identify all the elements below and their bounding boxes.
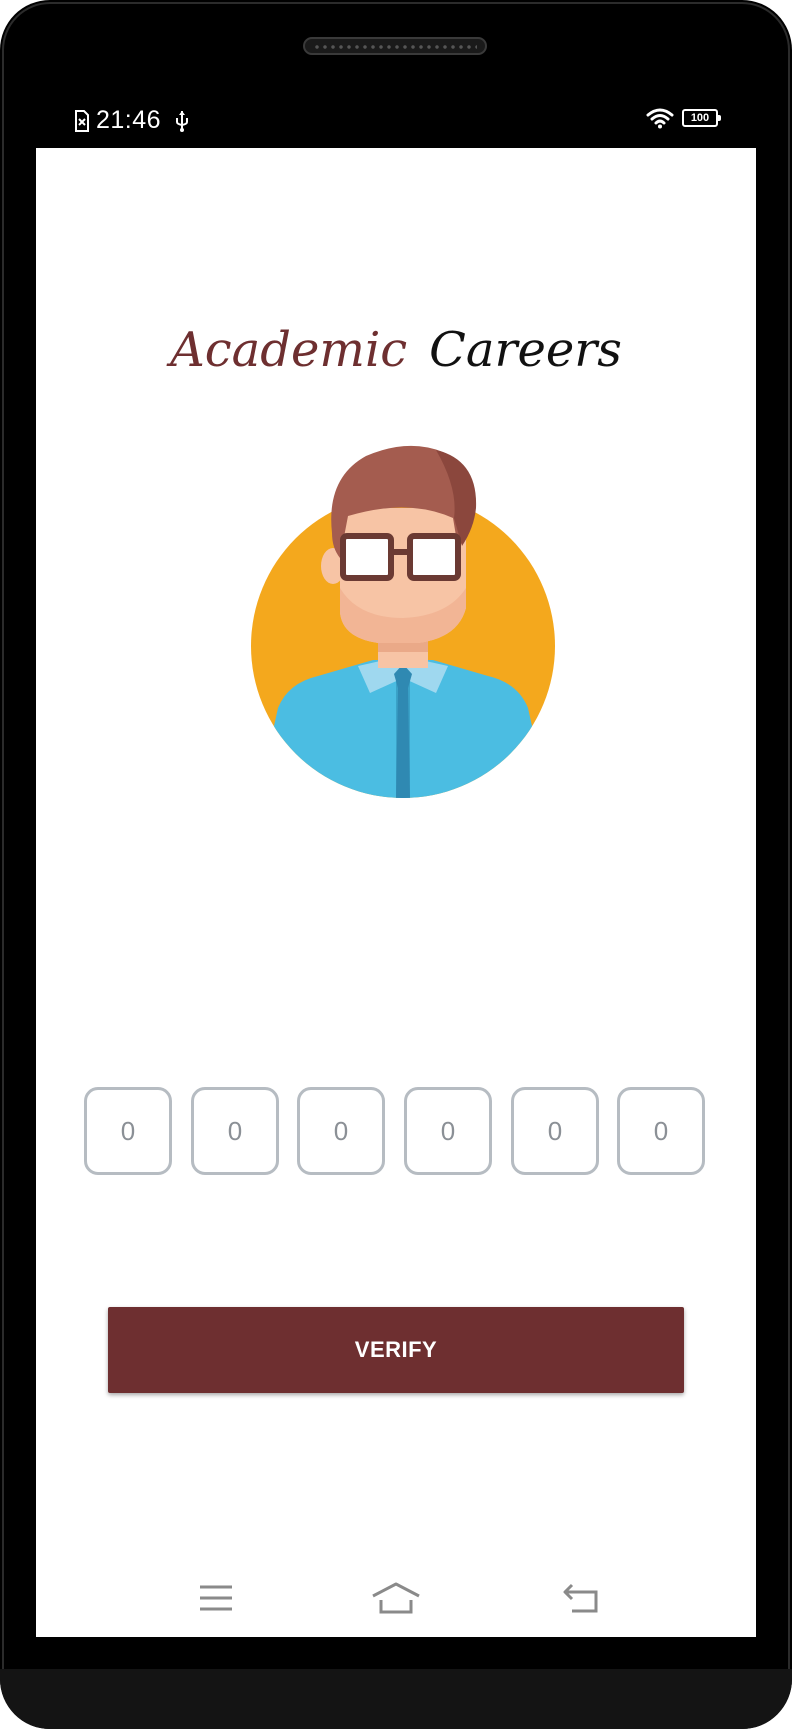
user-avatar-icon — [251, 445, 555, 798]
usb-icon — [176, 110, 189, 132]
otp-digit-5[interactable] — [511, 1087, 599, 1175]
otp-digit-6[interactable] — [617, 1087, 705, 1175]
earpiece-speaker — [303, 37, 487, 55]
verify-button[interactable]: VERIFY — [108, 1307, 684, 1393]
nav-home-button[interactable] — [361, 1568, 431, 1628]
nav-menu-button[interactable] — [181, 1568, 251, 1628]
status-right: 100 — [646, 107, 721, 129]
otp-digit-2[interactable] — [191, 1087, 279, 1175]
app-title: Academic Careers — [36, 320, 756, 380]
back-icon — [563, 1583, 598, 1613]
app-title-academic: Academic — [170, 322, 408, 378]
otp-digit-3[interactable] — [297, 1087, 385, 1175]
otp-digit-1[interactable] — [84, 1087, 172, 1175]
app-screen: Academic Careers 0 0 0 0 0 0 VERIFY — [36, 148, 756, 1637]
status-time: 21:46 — [96, 106, 162, 134]
nav-back-button[interactable] — [546, 1568, 616, 1628]
bottom-bezel — [0, 1669, 792, 1729]
wifi-icon — [646, 108, 674, 129]
status-bar: 21:46 100 — [36, 98, 756, 144]
menu-icon — [200, 1585, 232, 1611]
otp-digit-4[interactable] — [404, 1087, 492, 1175]
battery-level: 100 — [690, 111, 710, 124]
navigation-bar — [36, 1568, 756, 1628]
app-title-careers: Careers — [429, 322, 622, 378]
home-icon — [372, 1582, 420, 1614]
phone-frame: 21:46 100 Academic Careers 0 0 0 0 0 0 V… — [0, 0, 792, 1729]
sim-error-icon — [75, 109, 89, 132]
otp-input-row — [84, 1087, 708, 1175]
status-left: 21:46 — [74, 106, 191, 135]
battery-icon: 100 — [682, 109, 721, 127]
